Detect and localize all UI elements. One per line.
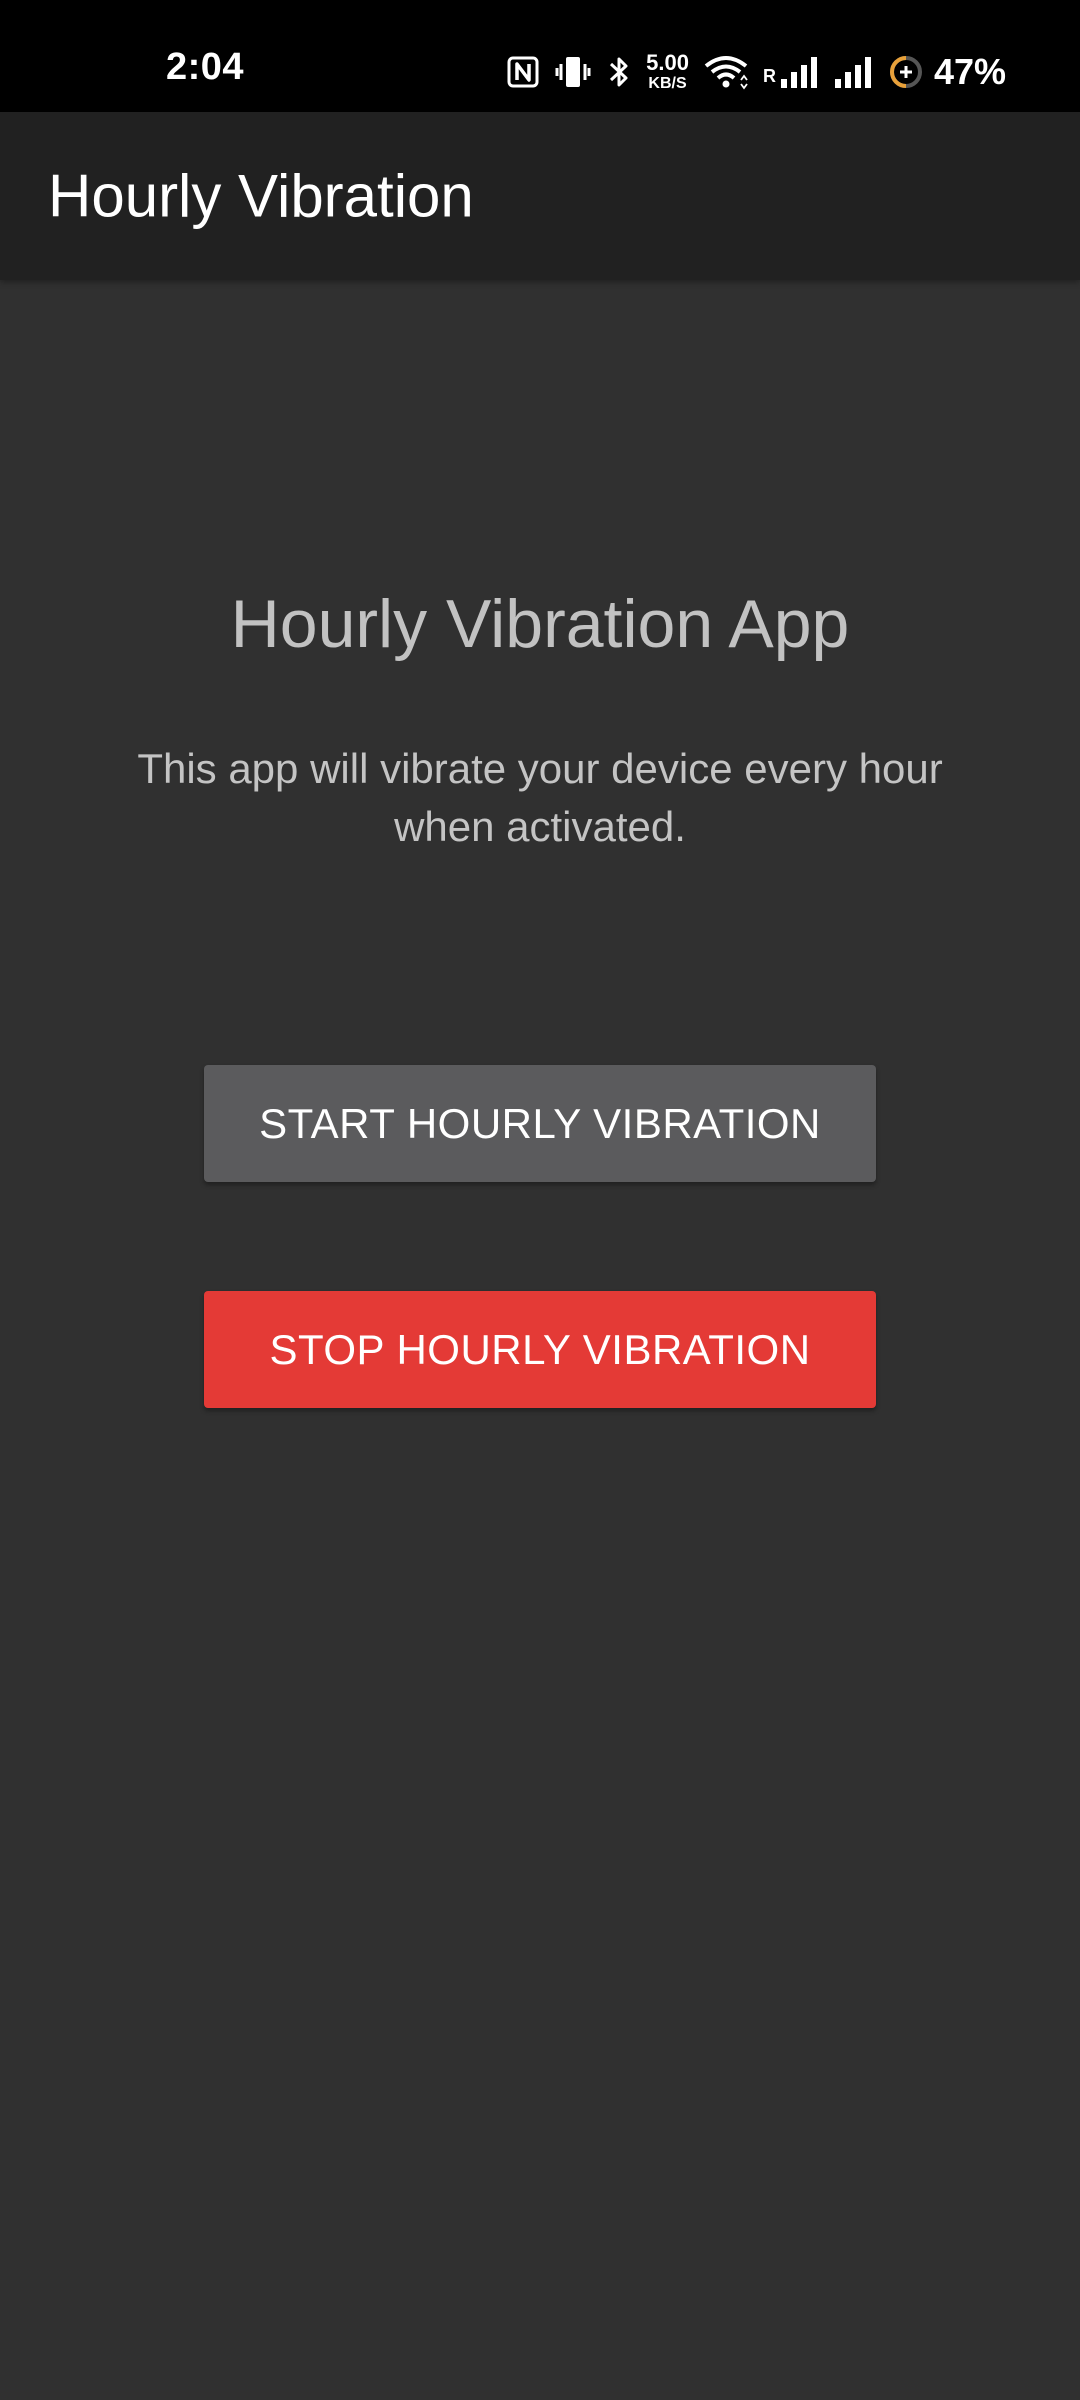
battery-saver-icon — [888, 54, 924, 90]
screen: 2:04 5.00 KB/S R 47% Hourly Vibration Ho… — [0, 0, 1080, 2400]
network-speed-unit: KB/S — [648, 75, 687, 92]
page-heading: Hourly Vibration App — [230, 586, 850, 662]
roaming-indicator: R — [762, 66, 776, 86]
stop-hourly-vibration-button[interactable]: STOP HOURLY VIBRATION — [204, 1291, 876, 1408]
app-bar-title: Hourly Vibration — [48, 162, 474, 230]
status-icons: 5.00 KB/S R 47% — [506, 44, 1006, 100]
page-description: This app will vibrate your device every … — [137, 745, 943, 850]
status-bar: 2:04 5.00 KB/S R 47% — [0, 0, 1080, 112]
signal-icon: R — [763, 55, 820, 89]
bluetooth-icon — [606, 54, 632, 90]
battery-percentage: 47% — [933, 51, 1006, 92]
vibrate-icon — [554, 54, 592, 90]
network-speed: 5.00 KB/S — [646, 52, 689, 92]
signal-icon — [834, 55, 874, 89]
status-time: 2:04 — [166, 46, 245, 88]
app-bar: Hourly Vibration — [0, 112, 1080, 280]
wifi-icon — [703, 54, 749, 90]
nfc-icon — [506, 55, 540, 89]
network-speed-value: 5.00 — [646, 50, 689, 75]
start-hourly-vibration-button[interactable]: START HOURLY VIBRATION — [204, 1065, 876, 1182]
